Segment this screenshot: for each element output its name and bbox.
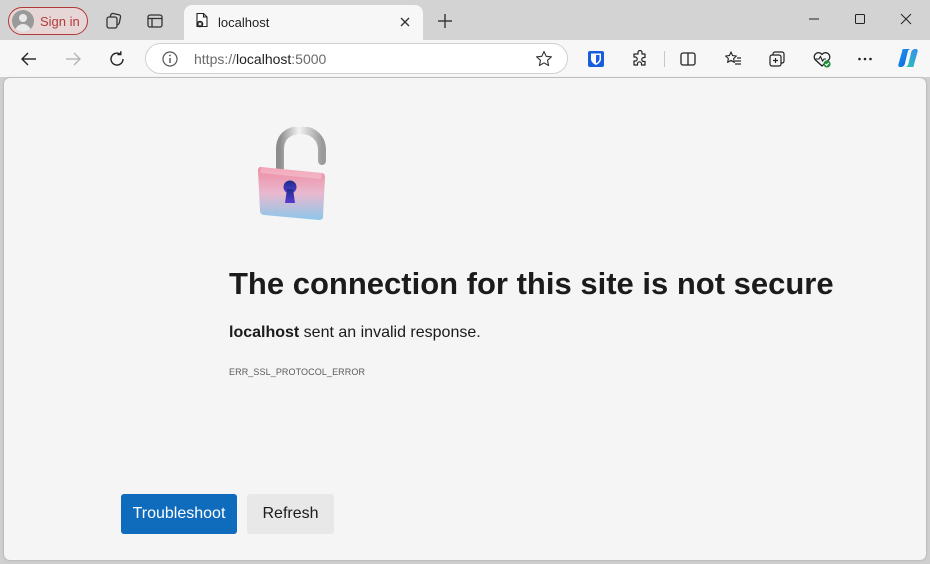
sign-in-label: Sign in — [40, 13, 80, 29]
address-bar[interactable]: https://localhost:5000 — [145, 43, 568, 74]
profile-avatar-icon — [12, 10, 34, 32]
settings-more-icon[interactable] — [854, 48, 876, 70]
error-page — [4, 78, 926, 560]
url-host: localhost — [236, 51, 292, 67]
new-tab-button[interactable] — [433, 9, 457, 33]
error-description-text: sent an invalid response. — [299, 324, 481, 341]
page-error-icon — [194, 12, 210, 33]
favorite-star-icon[interactable] — [535, 50, 553, 68]
tab-actions-icon[interactable] — [143, 9, 167, 33]
maximize-button[interactable] — [837, 5, 883, 33]
bitwarden-extension-icon[interactable] — [585, 48, 607, 70]
error-title: The connection for this site is not secu… — [229, 266, 834, 301]
tab-localhost[interactable]: localhost — [184, 5, 423, 40]
troubleshoot-button[interactable]: Troubleshoot — [121, 494, 237, 534]
favorites-icon[interactable] — [722, 48, 744, 70]
navigation-toolbar: https://localhost:5000 — [0, 40, 930, 77]
back-button[interactable] — [15, 45, 43, 73]
url-scheme: https:// — [194, 51, 237, 67]
minimize-button[interactable] — [791, 5, 837, 33]
toolbar-divider — [664, 51, 665, 67]
error-description: localhost sent an invalid response. — [229, 324, 481, 342]
close-window-button[interactable] — [883, 5, 929, 33]
error-code: ERR_SSL_PROTOCOL_ERROR — [229, 367, 366, 377]
browser-essentials-icon[interactable] — [811, 48, 833, 70]
collections-icon[interactable] — [766, 48, 788, 70]
tab-title: localhost — [218, 15, 270, 30]
error-description-host: localhost — [229, 324, 300, 341]
url-text[interactable]: https://localhost:5000 — [194, 51, 326, 67]
reload-button[interactable] — [103, 45, 131, 73]
url-port: :5000 — [291, 51, 327, 67]
site-info-icon[interactable] — [161, 50, 179, 68]
workspaces-icon[interactable] — [102, 9, 126, 33]
title-bar: Sign in localhost — [0, 0, 930, 40]
close-tab-icon[interactable] — [397, 14, 413, 30]
forward-button[interactable] — [59, 45, 87, 73]
copilot-icon[interactable] — [895, 45, 921, 71]
extensions-icon[interactable] — [629, 48, 651, 70]
refresh-button[interactable]: Refresh — [247, 494, 334, 534]
sign-in-button[interactable]: Sign in — [8, 7, 88, 35]
unlocked-padlock-icon — [252, 125, 332, 227]
split-screen-icon[interactable] — [677, 48, 699, 70]
